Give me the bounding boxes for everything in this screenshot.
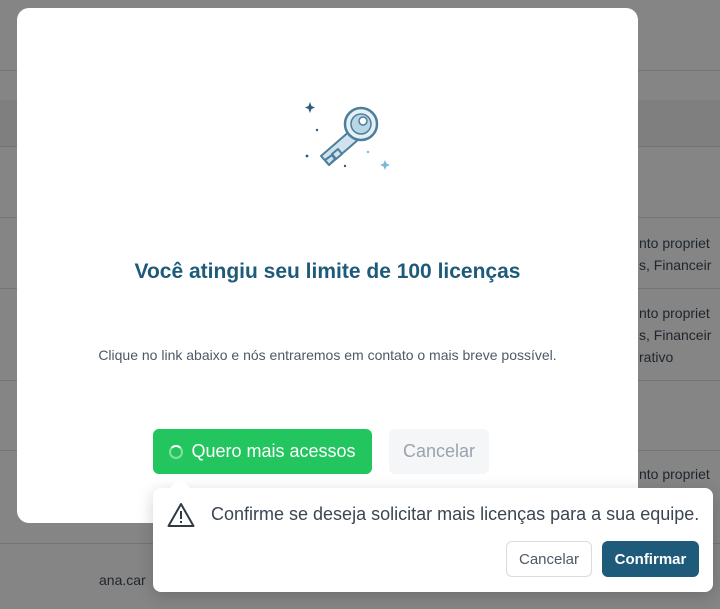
popover-message: Confirme se deseja solicitar mais licenç… <box>211 504 700 524</box>
key-icon <box>305 102 390 170</box>
confirm-popover: Confirme se deseja solicitar mais licenç… <box>153 478 713 592</box>
modal-cancel-button[interactable]: Cancelar <box>389 429 489 474</box>
loading-spinner-icon <box>169 444 184 459</box>
popover-confirm-button[interactable]: Confirmar <box>602 541 699 577</box>
request-more-access-label: Quero mais acessos <box>191 441 356 461</box>
popover-cancel-button[interactable]: Cancelar <box>506 541 592 577</box>
modal-description: Clique no link abaixo e nós entraremos e… <box>98 347 557 363</box>
license-limit-modal: Você atingiu seu limite de 100 licenças … <box>17 8 638 523</box>
modal-title: Você atingiu seu limite de 100 licenças <box>134 260 521 283</box>
request-more-access-button[interactable]: Quero mais acessos <box>153 429 372 474</box>
warning-icon <box>167 503 195 527</box>
